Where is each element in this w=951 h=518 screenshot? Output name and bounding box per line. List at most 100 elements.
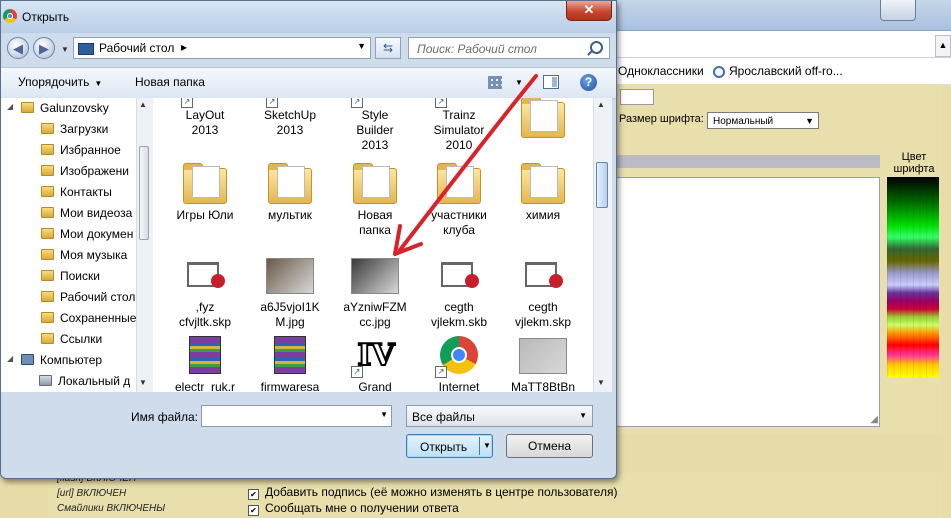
tree-expand-icon[interactable]: ◢ — [7, 102, 13, 111]
sidebar-item[interactable]: Ссылки — [1, 329, 134, 350]
scrollbar-thumb[interactable] — [139, 146, 149, 240]
scroll-up-icon[interactable]: ▲ — [597, 100, 605, 109]
sidebar-item[interactable]: Мои докумен — [1, 224, 134, 245]
sidebar-item[interactable]: Изображени — [1, 161, 134, 182]
address-location[interactable]: Рабочий стол — [99, 41, 174, 55]
file-item[interactable]: MaTT8BtBn — [501, 334, 585, 392]
cancel-button[interactable]: Отмена — [506, 434, 593, 458]
sidebar-item[interactable]: Рабочий стол — [1, 287, 135, 308]
editor-small-input[interactable] — [620, 89, 654, 105]
preview-pane-icon[interactable] — [543, 75, 559, 89]
search-box[interactable] — [408, 37, 610, 60]
view-icon[interactable] — [488, 76, 502, 89]
checkbox-checked-icon[interactable]: ✔ — [248, 505, 259, 516]
file-item[interactable]: cegth vjlekm.skp — [501, 254, 585, 330]
file-item[interactable]: ↗ Trainz Simulator 2010 — [417, 98, 501, 153]
file-name: vjlekm.skb — [430, 315, 487, 329]
file-item[interactable]: ↗ Internet — [417, 334, 501, 392]
forward-arrow-icon[interactable]: ▶ — [33, 37, 55, 59]
address-dropdown-icon[interactable]: ▼ — [357, 41, 366, 51]
back-arrow-icon[interactable]: ◀ — [7, 37, 29, 59]
file-item[interactable]: a6J5vjoI1K M.jpg — [248, 254, 332, 330]
browser-minimize-button[interactable] — [880, 0, 916, 21]
file-item[interactable]: IV ↗ Grand — [333, 334, 417, 392]
open-options-dropdown-icon[interactable]: ▼ — [483, 441, 491, 450]
search-icon[interactable] — [590, 41, 603, 54]
file-item[interactable]: мультик — [248, 162, 332, 223]
file-item[interactable]: участники клуба — [417, 162, 501, 238]
file-item[interactable]: Игры Юли — [163, 162, 247, 223]
refresh-button[interactable]: ⇆ — [375, 37, 401, 59]
view-dropdown-icon[interactable]: ▼ — [515, 78, 523, 87]
recent-locations-dropdown[interactable]: ▼ — [61, 45, 69, 54]
file-item[interactable]: electr_ruk.r — [163, 334, 247, 392]
file-type-select[interactable]: Все файлы ▼ — [406, 405, 593, 427]
address-bar[interactable]: Рабочий стол ▸ ▼ — [73, 37, 371, 59]
file-item[interactable]: cegth vjlekm.skb — [417, 254, 501, 330]
organize-button[interactable]: Упорядочить ▼ — [18, 75, 102, 89]
sidebar-item[interactable]: Избранное — [1, 140, 134, 161]
desktop-icon — [78, 43, 94, 55]
file-item[interactable]: ↗ SketchUp 2013 — [248, 98, 332, 138]
sidebar-item[interactable]: ◢ Galunzovsky — [1, 98, 134, 119]
sidebar-item[interactable]: Локальный д — [1, 371, 134, 392]
sidebar-item[interactable]: Загрузки — [1, 119, 134, 140]
new-folder-button[interactable]: Новая папка — [135, 75, 205, 89]
file-name: Style — [361, 108, 389, 122]
skp-file-icon — [519, 254, 567, 298]
resize-grip-icon[interactable]: ◢ — [870, 414, 878, 425]
scrollbar-thumb[interactable] — [596, 162, 608, 208]
sidebar-item-label: Galunzovsky — [40, 101, 109, 115]
filename-input[interactable] — [202, 406, 377, 428]
file-item[interactable]: химия — [501, 162, 585, 223]
checkbox-add-signature[interactable]: ✔ Добавить подпись (её можно изменять в ц… — [248, 485, 617, 500]
checkbox-checked-icon[interactable]: ✔ — [248, 489, 259, 500]
computer-icon — [21, 354, 34, 365]
help-icon[interactable]: ? — [580, 74, 597, 91]
bookmark-yaroslavsky[interactable]: Ярославский off-ro... — [713, 64, 843, 78]
file-item[interactable]: ,fyz cfvjltk.skp — [163, 254, 247, 330]
scroll-up-icon[interactable]: ▲ — [139, 100, 147, 109]
file-list-scrollbar[interactable]: ▲ ▼ — [593, 98, 612, 392]
filename-label: Имя файла: — [131, 410, 198, 424]
folder-icon — [41, 165, 54, 176]
file-name: firmwaresa — [260, 380, 320, 392]
browser-scroll-up-button[interactable]: ▲ — [935, 35, 951, 57]
open-button[interactable]: Открыть ▼ — [406, 434, 493, 458]
file-item[interactable]: firmwaresa — [248, 334, 332, 392]
sidebar-item[interactable]: Контакты — [1, 182, 134, 203]
file-name: Internet — [438, 380, 480, 392]
navigation-pane-scrollbar[interactable]: ▲ ▼ — [136, 98, 153, 392]
breadcrumb-chevron-icon[interactable]: ▸ — [181, 40, 187, 54]
font-size-select[interactable]: Нормальный ▼ — [707, 112, 819, 129]
chevron-down-icon: ▼ — [94, 79, 103, 88]
chevron-down-icon[interactable]: ▼ — [380, 410, 388, 419]
tree-expand-icon[interactable]: ◢ — [7, 354, 13, 363]
sidebar-item-label: Компьютер — [40, 353, 103, 367]
file-item[interactable]: ↗ LayOut 2013 — [163, 98, 247, 138]
sidebar-item[interactable]: Мои видеоза — [1, 203, 134, 224]
sidebar-item[interactable]: ◢ Компьютер — [1, 350, 134, 371]
bookmark-odnoklassniki[interactable]: Одноклассники — [618, 64, 704, 78]
close-button[interactable]: ✕ — [566, 1, 612, 21]
file-name: папка — [359, 223, 391, 237]
sidebar-item[interactable]: Поиски — [1, 266, 134, 287]
file-name: химия — [525, 208, 561, 222]
file-item[interactable]: Новая папка — [333, 162, 417, 238]
message-textarea[interactable]: ◢ — [615, 177, 880, 427]
file-item[interactable]: данныегармин — [501, 98, 585, 138]
sidebar-item[interactable]: Сохраненные — [1, 308, 136, 329]
scroll-down-icon[interactable]: ▼ — [597, 378, 605, 387]
filename-combobox[interactable]: ▼ — [201, 405, 392, 428]
sidebar-item[interactable]: Моя музыка — [1, 245, 134, 266]
scroll-down-icon[interactable]: ▼ — [139, 378, 147, 387]
font-size-label: Размер шрифта: — [619, 113, 704, 125]
file-item[interactable]: ↗ Style Builder 2013 — [333, 98, 417, 153]
checkbox-notify-reply[interactable]: ✔ Сообщать мне о получении ответа — [248, 501, 459, 516]
file-name: участники — [431, 208, 487, 222]
file-type-value: Все файлы — [412, 410, 475, 424]
font-color-palette[interactable] — [887, 177, 939, 377]
search-input[interactable] — [409, 38, 594, 60]
chevron-down-icon: ▼ — [805, 116, 814, 126]
file-item[interactable]: aYzniwFZM cc.jpg — [333, 254, 417, 330]
